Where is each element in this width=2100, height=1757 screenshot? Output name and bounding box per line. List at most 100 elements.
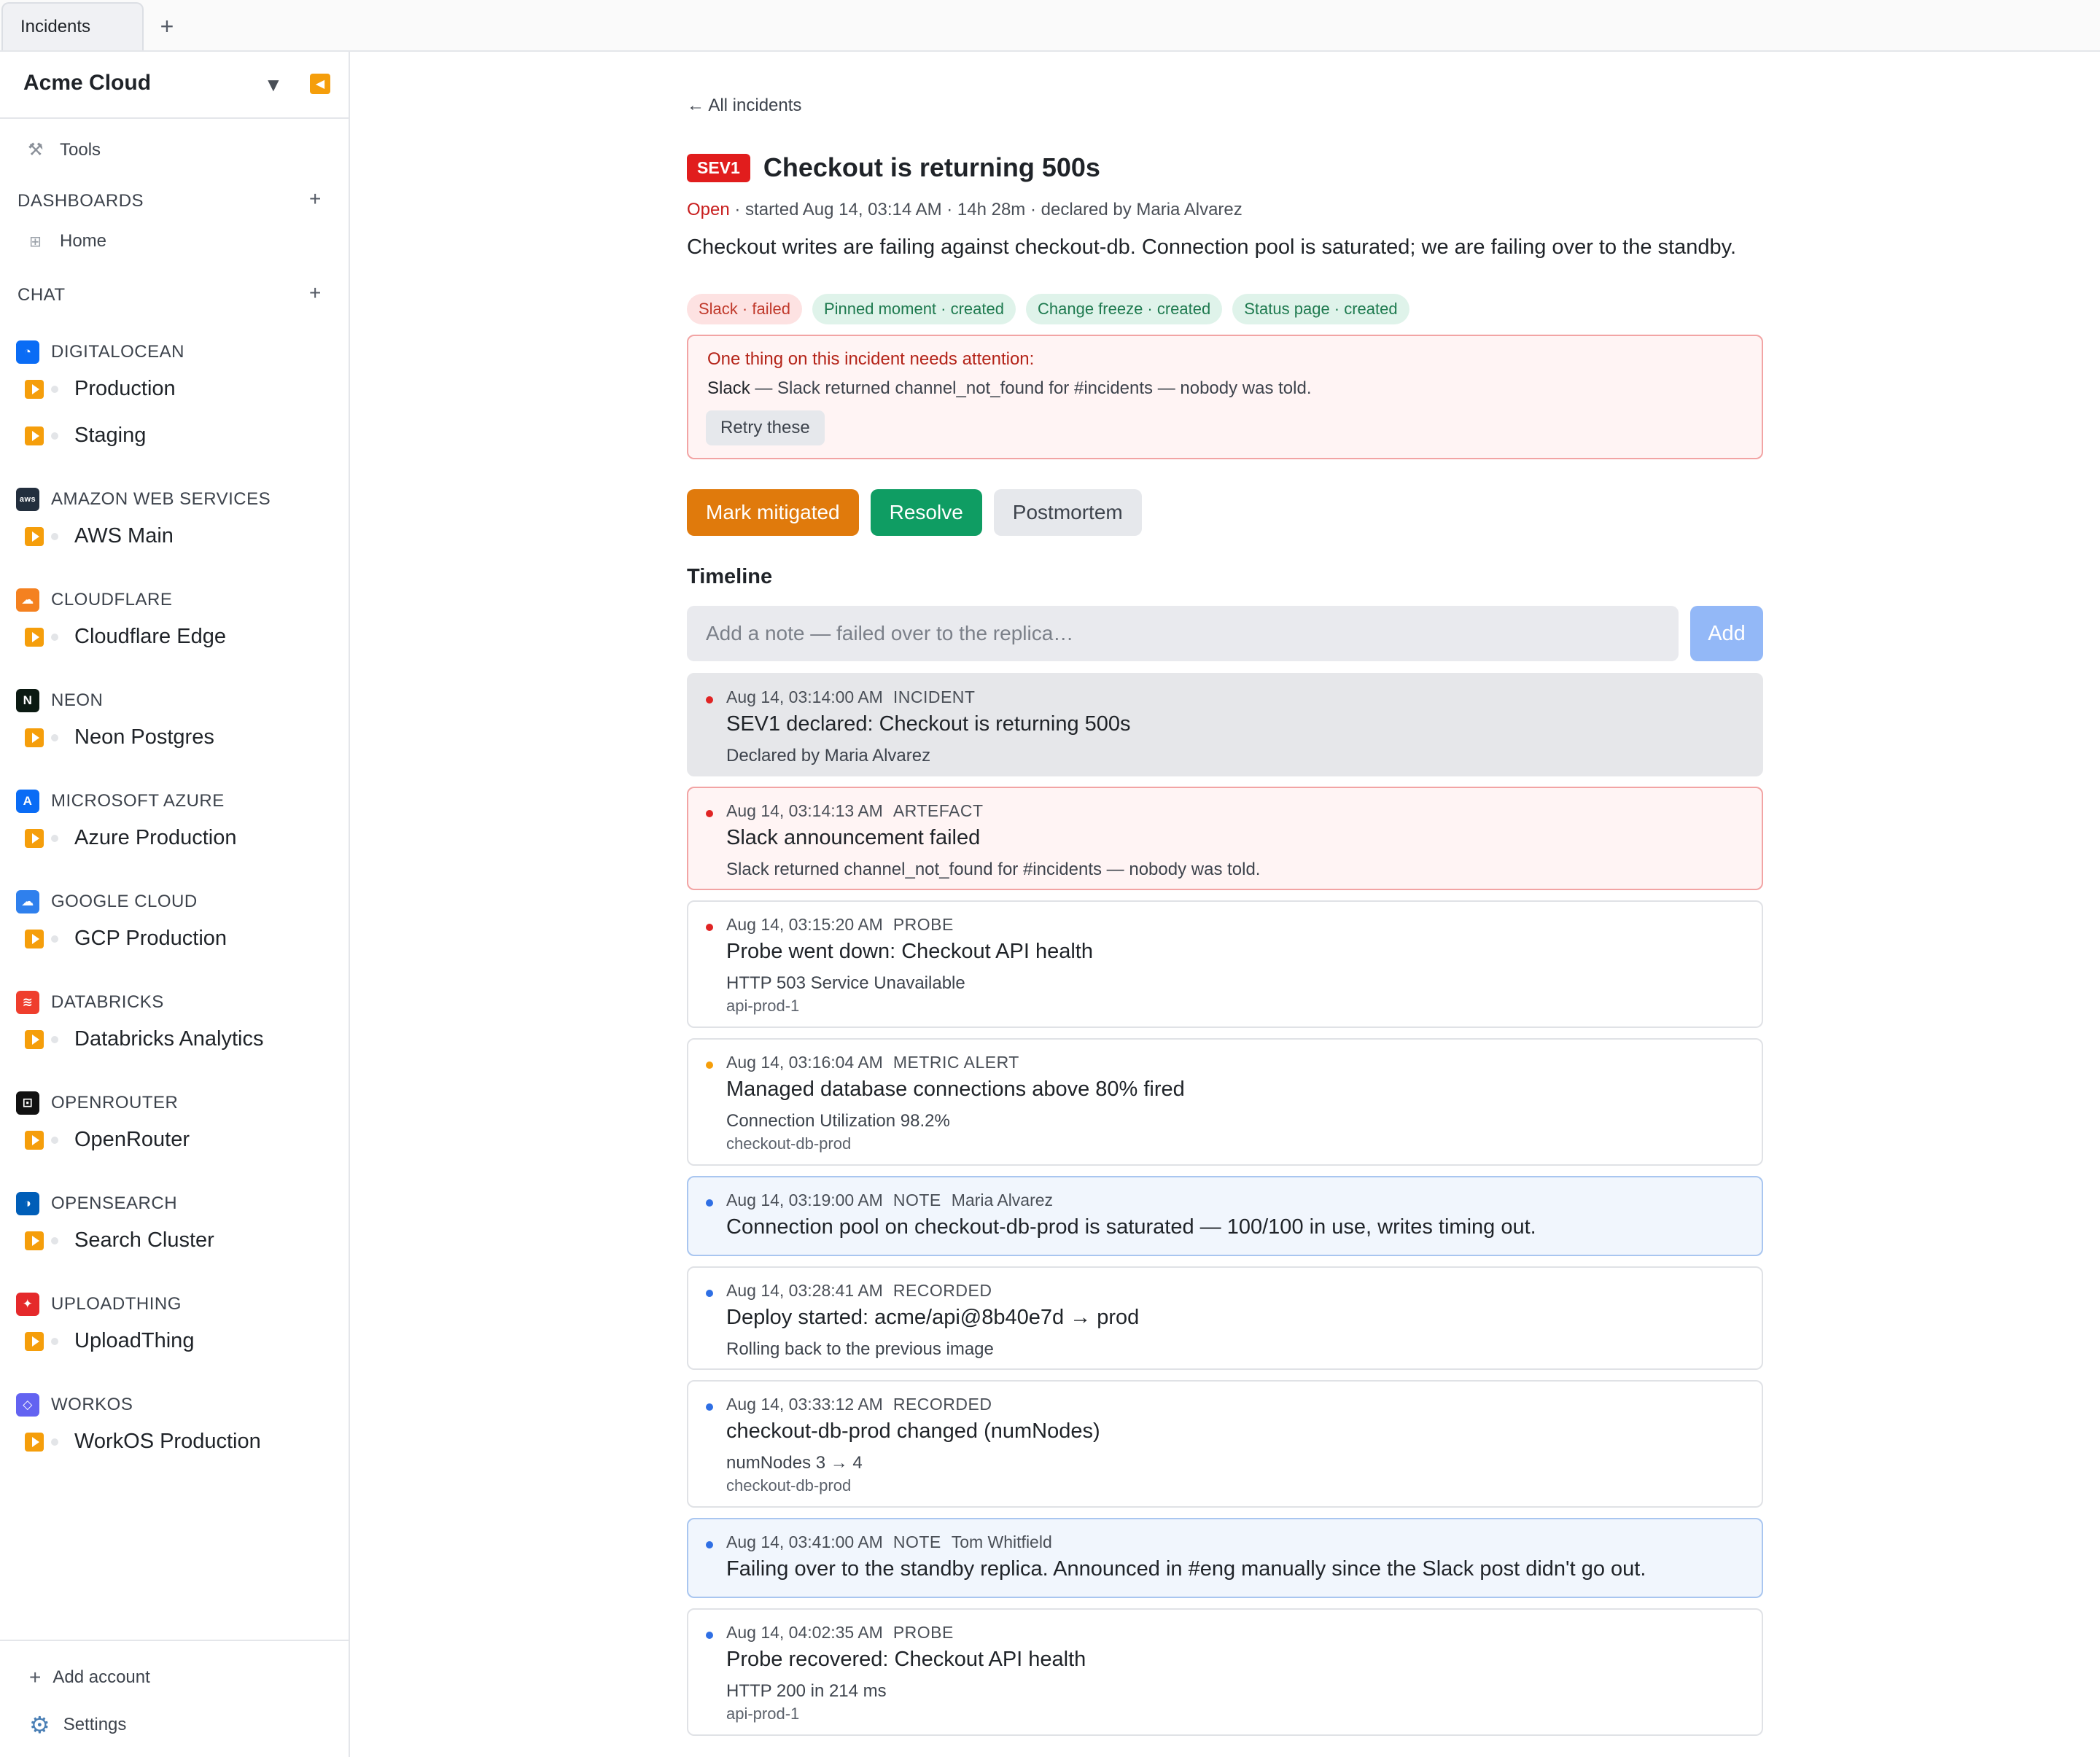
entry-kind: PROBE (892, 915, 954, 934)
entry-detail: HTTP 503 Service Unavailable (726, 973, 965, 993)
chat-section-label: CHAT (18, 285, 66, 305)
sidebar-item-connection[interactable]: UploadThing (25, 1329, 194, 1353)
provider-header: ☁ CLOUDFLARE (16, 588, 172, 612)
provider-header: aws AMAZON WEB SERVICES (16, 488, 271, 511)
entry-timestamp: Aug 14, 03:41:00 AM (726, 1532, 883, 1551)
timeline-entry: Aug 14, 03:19:00 AM NOTE Maria Alvarez Conn… (687, 1176, 1763, 1256)
sidebar-item-label: UploadThing (74, 1329, 195, 1352)
add-account-button[interactable]: + Add account (29, 1666, 150, 1689)
back-to-incidents-link[interactable]: ← All incidents (687, 96, 801, 116)
timeline-note-input[interactable] (687, 606, 1679, 661)
sidebar-item-connection[interactable]: Search Cluster (25, 1228, 214, 1253)
play-icon (25, 379, 44, 399)
provider-header: ◇ WORKOS (16, 1393, 133, 1417)
entry-meta: Aug 14, 03:14:00 AM INCIDENT (726, 687, 975, 707)
add-note-button[interactable]: Add (1690, 606, 1763, 661)
entry-resource: api-prod-1 (726, 1705, 800, 1723)
sidebar-footer: + Add account ⚙ Settings (0, 1640, 349, 1757)
sidebar-item-tools[interactable]: ⚒ Tools (28, 139, 101, 160)
sidebar-item-label: Azure Production (74, 826, 237, 849)
postmortem-button[interactable]: Postmortem (993, 489, 1142, 536)
status-dot-icon (51, 432, 58, 440)
settings-button[interactable]: ⚙ Settings (29, 1711, 126, 1739)
artefact-chips: Slack · failed Pinned moment · created C… (687, 294, 1420, 324)
sidebar-item-home[interactable]: ⊞ Home (29, 231, 106, 252)
entry-kind: INCIDENT (892, 687, 976, 706)
entry-title: checkout-db-prod changed (numNodes) (726, 1419, 1100, 1443)
new-tab-button[interactable]: + (147, 2, 187, 50)
sidebar-item-connection[interactable]: GCP Production (25, 927, 227, 951)
provider-name: CLOUDFLARE (51, 590, 173, 609)
sidebar-item-connection[interactable]: Cloudflare Edge (25, 625, 226, 649)
provider-name: NEON (51, 690, 104, 710)
sidebar-item-connection[interactable]: OpenRouter (25, 1128, 190, 1152)
provider-name: DIGITALOCEAN (51, 342, 184, 362)
sidebar-item-label: GCP Production (74, 927, 228, 950)
play-icon (25, 828, 44, 848)
entry-timestamp: Aug 14, 03:28:41 AM (726, 1281, 883, 1300)
resolve-button[interactable]: Resolve (870, 489, 982, 536)
sidebar-item-label: Databricks Analytics (74, 1027, 264, 1051)
azure-icon: A (16, 790, 39, 813)
entry-detail: Connection Utilization 98.2% (726, 1111, 950, 1131)
sidebar-item-label: OpenRouter (74, 1128, 190, 1151)
status-dot-icon (706, 810, 713, 817)
sidebar-item-connection[interactable]: Azure Production (25, 826, 236, 850)
tab-incidents[interactable]: Incidents (1, 2, 144, 50)
aws-icon: aws (16, 488, 39, 511)
attention-message: Slack — Slack returned channel_not_found… (707, 378, 1312, 399)
chip-status-page: Status page · created (1232, 294, 1409, 324)
add-chat-button[interactable]: + (309, 281, 321, 305)
sidebar-item-connection[interactable]: Staging (25, 424, 146, 448)
incident-title-row: SEV1 Checkout is returning 500s (687, 152, 1100, 183)
sidebar-item-connection[interactable]: Production (25, 377, 176, 401)
entry-kind: METRIC ALERT (892, 1053, 1019, 1072)
entry-meta: Aug 14, 03:14:13 AM ARTEFACT (726, 801, 984, 821)
sidebar-item-connection[interactable]: AWS Main (25, 524, 174, 548)
org-switcher-caret-icon[interactable]: ▼ (264, 74, 283, 96)
retry-button[interactable]: Retry these (706, 410, 825, 445)
entry-meta: Aug 14, 03:19:00 AM NOTE Maria Alvarez (726, 1191, 1053, 1210)
sidebar-item-label: Cloudflare Edge (74, 625, 226, 648)
tools-icon: ⚒ (28, 140, 44, 160)
status-dot-icon (706, 1061, 713, 1069)
sidebar-item-label: WorkOS Production (74, 1430, 261, 1453)
entry-detail: HTTP 200 in 214 ms (726, 1681, 887, 1701)
entry-kind: NOTE (892, 1191, 941, 1209)
entry-resource: api-prod-1 (726, 997, 800, 1015)
entry-meta: Aug 14, 04:02:35 AM PROBE (726, 1623, 954, 1643)
sidebar-item-connection[interactable]: Databricks Analytics (25, 1027, 264, 1051)
provider-header: ◔ DIGITALOCEAN (16, 340, 184, 364)
entry-resource: checkout-db-prod (726, 1134, 852, 1153)
entry-kind: NOTE (892, 1532, 941, 1551)
provider-header: A MICROSOFT AZURE (16, 790, 225, 813)
chip-change-freeze: Change freeze · created (1025, 294, 1223, 324)
gear-icon: ⚙ (29, 1712, 50, 1738)
neon-icon: N (16, 689, 39, 712)
play-icon (25, 1331, 44, 1351)
sidebar-item-label: Staging (74, 424, 147, 447)
entry-author: Tom Whitfield (951, 1532, 1052, 1551)
provider-name: UPLOADTHING (51, 1294, 182, 1314)
provider-header: ✦ UPLOADTHING (16, 1293, 182, 1316)
entry-kind: PROBE (892, 1623, 954, 1642)
openrouter-icon: ⊡ (16, 1091, 39, 1115)
sidebar-item-connection[interactable]: Neon Postgres (25, 725, 214, 749)
status-dot-icon (51, 1337, 58, 1345)
provider-header: ⊡ OPENROUTER (16, 1091, 178, 1115)
sidebar-item-label: Neon Postgres (74, 725, 214, 749)
mark-mitigated-button[interactable]: Mark mitigated (687, 489, 859, 536)
entry-title: Failing over to the standby replica. Ann… (726, 1557, 1646, 1581)
add-dashboard-button[interactable]: + (309, 187, 321, 211)
severity-badge: SEV1 (687, 153, 750, 182)
status-dot-icon (51, 935, 58, 943)
play-icon (25, 1432, 44, 1452)
settings-label: Settings (63, 1715, 127, 1734)
sidebar-item-connection[interactable]: WorkOS Production (25, 1430, 261, 1454)
status-dot-icon (706, 696, 713, 704)
play-icon (25, 526, 44, 546)
status-dot-icon (51, 633, 58, 641)
sidebar-item-label: Search Cluster (74, 1228, 214, 1252)
collapse-sidebar-icon[interactable]: ◀ (310, 74, 330, 94)
entry-detail: numNodes 3 → 4 (726, 1453, 863, 1473)
